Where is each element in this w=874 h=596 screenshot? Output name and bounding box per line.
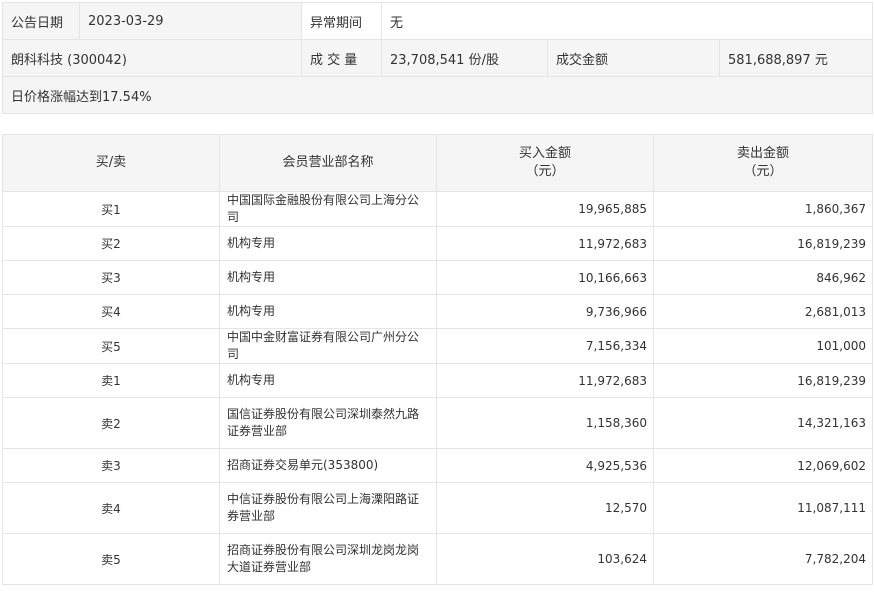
row-side: 买4 [2, 294, 220, 329]
row-side: 买3 [2, 260, 220, 295]
row-side: 卖5 [2, 533, 220, 585]
table-row: 买3 机构专用 10,166,663 846,962 [2, 260, 873, 295]
row-branch-name: 机构专用 [219, 294, 437, 329]
row-buy-amount: 1,158,360 [436, 397, 654, 449]
stock-info-table: 公告日期 2023-03-29 异常期间 无 朗科科技 (300042) 成 交… [1, 2, 874, 114]
row-sell-amount: 7,782,204 [653, 533, 873, 585]
row-branch-name: 中信证券股份有限公司上海溧阳路证券营业部 [219, 482, 437, 534]
abnormal-period-value: 无 [380, 2, 874, 40]
table-row: 买1 中国国际金融股份有限公司上海分公司 19,965,885 1,860,36… [2, 191, 873, 227]
row-side: 卖1 [2, 363, 220, 398]
row-side: 买2 [2, 226, 220, 261]
row-buy-amount: 7,156,334 [436, 328, 654, 364]
header-buy-amount: 买入金额 （元） [436, 134, 654, 192]
table-row: 卖1 机构专用 11,972,683 16,819,239 [2, 363, 873, 398]
table-header-row: 买/卖 会员营业部名称 买入金额 （元） 卖出金额 （元） [2, 134, 873, 192]
info-row-date: 公告日期 2023-03-29 异常期间 无 [2, 2, 874, 40]
amount-value: 581,688,897 元 [718, 39, 874, 77]
table-row: 买5 中国中金财富证券有限公司广州分公司 7,156,334 101,000 [2, 328, 873, 364]
row-sell-amount: 101,000 [653, 328, 873, 364]
row-buy-amount: 10,166,663 [436, 260, 654, 295]
row-sell-amount: 16,819,239 [653, 363, 873, 398]
info-row-reason: 日价格涨幅达到17.54% [1, 76, 874, 114]
row-buy-amount: 4,925,536 [436, 448, 654, 483]
row-sell-amount: 2,681,013 [653, 294, 873, 329]
row-side: 买5 [2, 328, 220, 364]
volume-value: 23,708,541 份/股 [381, 39, 548, 77]
row-side: 买1 [2, 191, 220, 227]
listing-reason: 日价格涨幅达到17.54% [1, 76, 874, 114]
trading-seats-table: 买/卖 会员营业部名称 买入金额 （元） 卖出金额 （元） 买1 中国国际金融股… [2, 134, 873, 585]
header-sell-unit: （元） [743, 164, 783, 179]
table-row: 买4 机构专用 9,736,966 2,681,013 [2, 294, 873, 329]
header-sell-amount: 卖出金额 （元） [653, 134, 873, 192]
row-branch-name: 招商证券股份有限公司深圳龙岗龙岗大道证券营业部 [219, 533, 437, 585]
stock-name: 朗科科技 (300042) [2, 39, 302, 77]
table-row: 卖4 中信证券股份有限公司上海溧阳路证券营业部 12,570 11,087,11… [2, 482, 873, 534]
info-row-trading: 朗科科技 (300042) 成 交 量 23,708,541 份/股 成交金额 … [2, 39, 874, 77]
announcement-date-label: 公告日期 [2, 2, 80, 40]
row-buy-amount: 103,624 [436, 533, 654, 585]
table-row: 卖3 招商证券交易单元(353800) 4,925,536 12,069,602 [2, 448, 873, 483]
row-sell-amount: 14,321,163 [653, 397, 873, 449]
table-row: 买2 机构专用 11,972,683 16,819,239 [2, 226, 873, 261]
table-row: 卖2 国信证券股份有限公司深圳泰然九路证券营业部 1,158,360 14,32… [2, 397, 873, 449]
header-side-label: 买/卖 [95, 155, 127, 170]
header-buy-unit: （元） [525, 164, 565, 179]
row-branch-name: 机构专用 [219, 260, 437, 295]
row-buy-amount: 12,570 [436, 482, 654, 534]
header-side: 买/卖 [2, 134, 220, 192]
row-buy-amount: 11,972,683 [436, 363, 654, 398]
row-side: 卖3 [2, 448, 220, 483]
row-sell-amount: 16,819,239 [653, 226, 873, 261]
row-branch-name: 招商证券交易单元(353800) [219, 448, 437, 483]
row-branch-name: 机构专用 [219, 226, 437, 261]
row-sell-amount: 11,087,111 [653, 482, 873, 534]
row-branch-name: 机构专用 [219, 363, 437, 398]
row-sell-amount: 12,069,602 [653, 448, 873, 483]
header-buy-label: 买入金额 [518, 146, 571, 161]
row-branch-name: 中国中金财富证券有限公司广州分公司 [219, 328, 437, 364]
row-buy-amount: 9,736,966 [436, 294, 654, 329]
abnormal-period-label: 异常期间 [301, 2, 382, 40]
row-side: 卖4 [2, 482, 220, 534]
header-name: 会员营业部名称 [219, 134, 437, 192]
row-buy-amount: 11,972,683 [436, 226, 654, 261]
announcement-date-value: 2023-03-29 [79, 2, 302, 40]
row-sell-amount: 1,860,367 [653, 191, 873, 227]
row-branch-name: 国信证券股份有限公司深圳泰然九路证券营业部 [219, 397, 437, 449]
row-branch-name: 中国国际金融股份有限公司上海分公司 [219, 191, 437, 227]
header-name-label: 会员营业部名称 [282, 155, 374, 170]
amount-label: 成交金额 [547, 39, 720, 77]
table-row: 卖5 招商证券股份有限公司深圳龙岗龙岗大道证券营业部 103,624 7,782… [2, 533, 873, 585]
volume-label: 成 交 量 [301, 39, 382, 77]
row-buy-amount: 19,965,885 [436, 191, 654, 227]
row-sell-amount: 846,962 [653, 260, 873, 295]
header-sell-label: 卖出金额 [736, 146, 789, 161]
row-side: 卖2 [2, 397, 220, 449]
